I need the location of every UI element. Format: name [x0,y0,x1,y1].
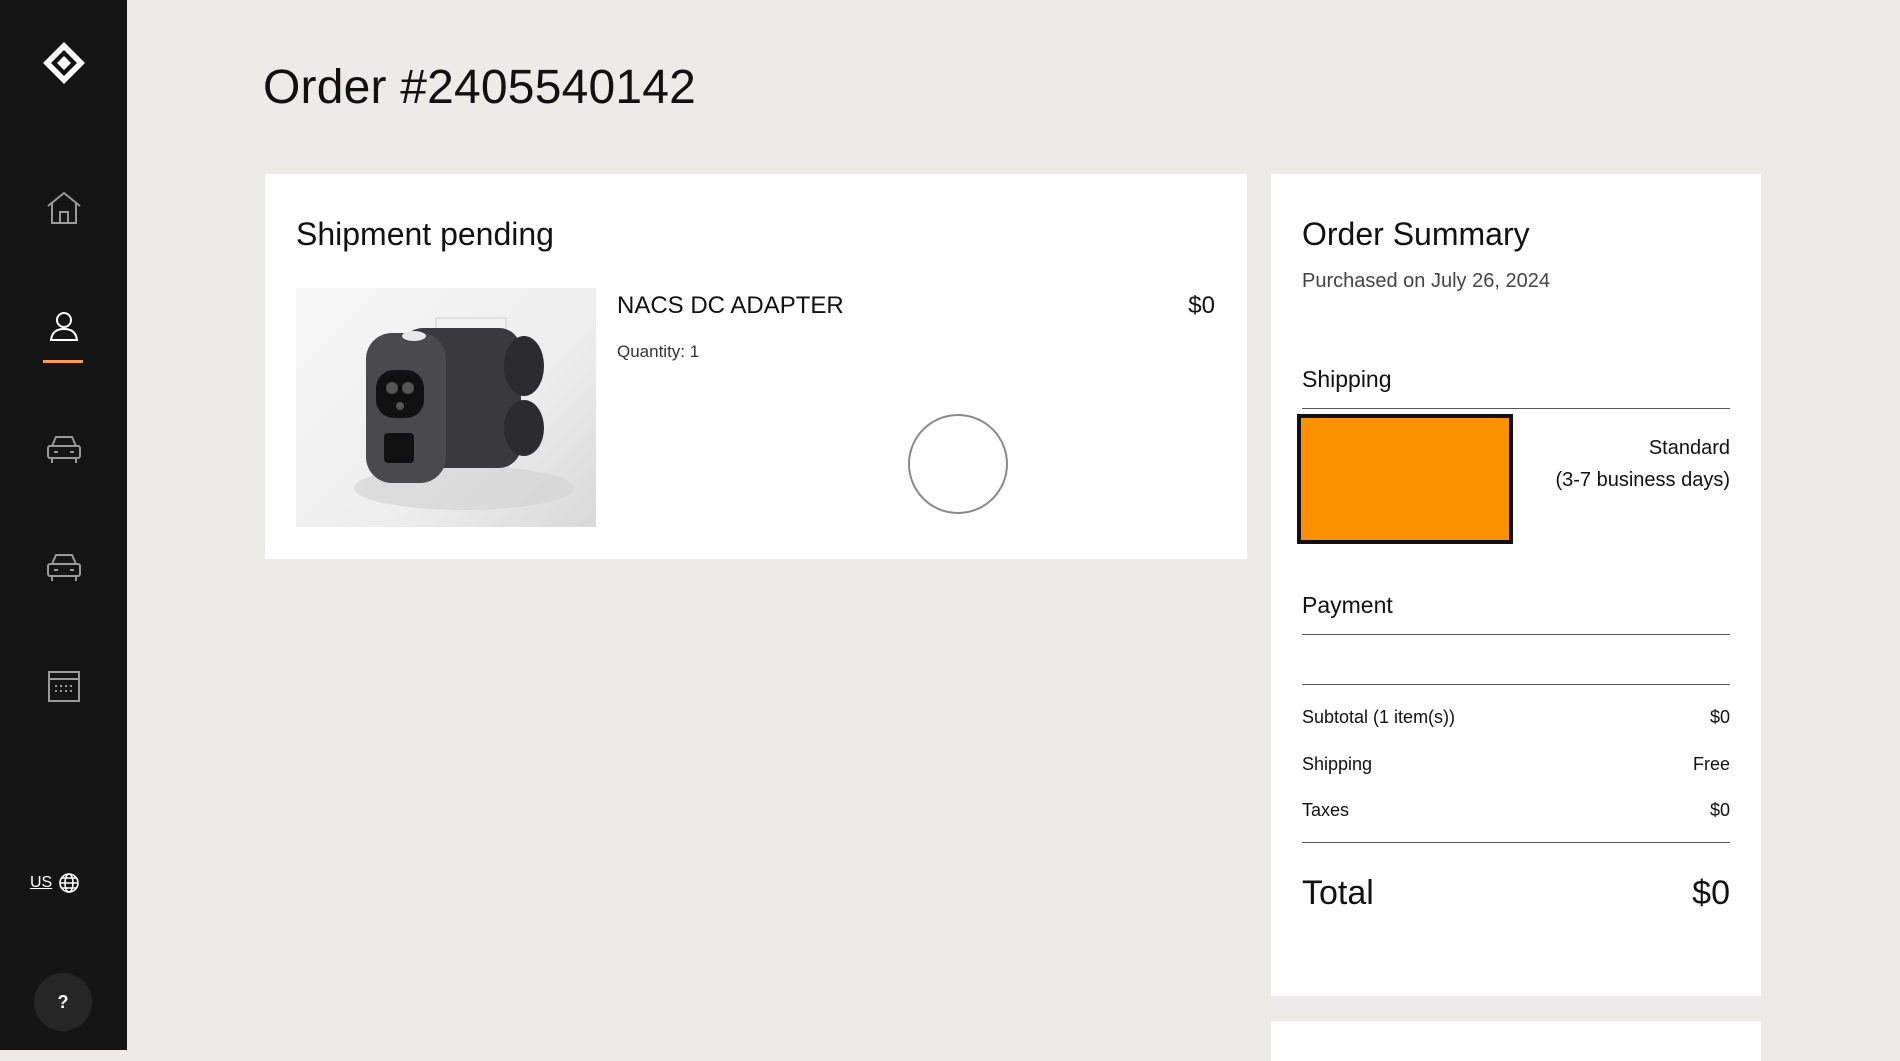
subtotal-label: Subtotal (1 item(s)) [1302,707,1456,727]
sidebar: US ? [0,0,127,1050]
order-summary-card: Order Summary Purchased on July 26, 2024… [1271,174,1761,996]
taxes-label: Taxes [1302,800,1350,820]
shipping-method-time: (3-7 business days) [1555,469,1730,491]
product-image [296,288,596,527]
shipping-cost-label: Shipping [1302,754,1373,774]
divider [1302,634,1730,635]
shipment-card: Shipment pending NACS DC ADAPTER $0 Quan… [265,174,1247,559]
total-row: Total $0 [1302,874,1730,913]
region-selector[interactable]: US [30,872,80,894]
secondary-card [1271,1021,1761,1061]
shipping-method: Standard (3-7 business days) [1555,432,1730,496]
divider [1302,684,1730,685]
product-quantity: Quantity: 1 [617,342,700,361]
shipment-status-title: Shipment pending [296,216,554,252]
page-title: Order #2405540142 [263,61,697,114]
calendar-icon[interactable] [0,668,127,704]
shipping-address-redacted-box [1297,414,1513,544]
divider [1302,842,1730,843]
shipping-section-label: Shipping [1302,366,1392,392]
taxes-row: Taxes $0 [1302,800,1730,821]
cursor-circle-indicator [908,414,1008,514]
total-label: Total [1302,874,1374,912]
logo-icon[interactable] [0,40,127,86]
product-name[interactable]: NACS DC ADAPTER [617,292,844,320]
car-icon[interactable] [0,432,127,466]
car-icon[interactable] [0,550,127,584]
purchase-date: Purchased on July 26, 2024 [1302,270,1550,292]
divider [1302,408,1730,409]
payment-section-label: Payment [1302,592,1393,618]
person-icon[interactable] [0,310,127,342]
globe-icon [59,873,80,893]
taxes-value: $0 [1709,800,1730,820]
home-icon[interactable] [0,190,127,226]
help-button[interactable]: ? [34,973,92,1031]
total-value: $0 [1692,874,1730,912]
subtotal-row: Subtotal (1 item(s)) $0 [1302,707,1730,728]
shipping-cost-value: Free [1692,754,1730,774]
region-label: US [30,874,53,891]
active-indicator [43,360,83,363]
shipping-cost-row: Shipping Free [1302,754,1730,775]
shipping-method-name: Standard [1648,437,1730,459]
product-price: $0 [1188,292,1215,319]
subtotal-value: $0 [1709,707,1730,727]
order-summary-title: Order Summary [1302,216,1530,252]
